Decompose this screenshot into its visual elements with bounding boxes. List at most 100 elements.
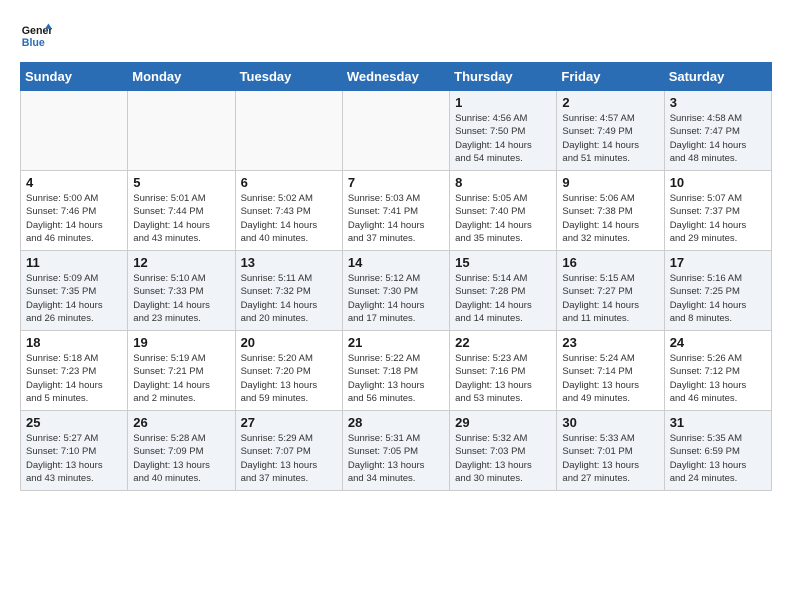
day-number: 5 xyxy=(133,175,229,190)
weekday-header-sunday: Sunday xyxy=(21,63,128,91)
calendar-cell: 27 Sunrise: 5:29 AM Sunset: 7:07 PM Dayli… xyxy=(235,411,342,491)
week-row-2: 4 Sunrise: 5:00 AM Sunset: 7:46 PM Daylig… xyxy=(21,171,772,251)
day-info: Sunrise: 5:20 AM Sunset: 7:20 PM Dayligh… xyxy=(241,352,337,405)
calendar-cell: 3Sunrise: 4:58 AM Sunset: 7:47 PM Daylig… xyxy=(664,91,771,171)
calendar-cell xyxy=(235,91,342,171)
day-number: 9 xyxy=(562,175,658,190)
calendar-cell: 21Sunrise: 5:22 AM Sunset: 7:18 PM Dayli… xyxy=(342,331,449,411)
week-row-5: 25 Sunrise: 5:27 AM Sunset: 7:10 PM Dayli… xyxy=(21,411,772,491)
weekday-header-monday: Monday xyxy=(128,63,235,91)
svg-text:Blue: Blue xyxy=(22,37,45,49)
calendar-cell xyxy=(342,91,449,171)
day-info: Sunrise: 5:12 AM Sunset: 7:30 PM Dayligh… xyxy=(348,272,444,325)
calendar-cell: 8 Sunrise: 5:05 AM Sunset: 7:40 PM Daylig… xyxy=(450,171,557,251)
day-info: Sunrise: 5:32 AM Sunset: 7:03 PM Dayligh… xyxy=(455,432,551,485)
calendar-cell: 18 Sunrise: 5:18 AM Sunset: 7:23 PM Dayli… xyxy=(21,331,128,411)
calendar-cell: 19 Sunrise: 5:19 AM Sunset: 7:21 PM Dayli… xyxy=(128,331,235,411)
day-info: Sunrise: 5:23 AM Sunset: 7:16 PM Dayligh… xyxy=(455,352,551,405)
day-info: Sunrise: 5:07 AM Sunset: 7:37 PM Dayligh… xyxy=(670,192,766,245)
calendar-cell: 23 Sunrise: 5:24 AM Sunset: 7:14 PM Dayli… xyxy=(557,331,664,411)
calendar-cell: 9 Sunrise: 5:06 AM Sunset: 7:38 PM Daylig… xyxy=(557,171,664,251)
day-number: 18 xyxy=(26,335,122,350)
day-number: 16 xyxy=(562,255,658,270)
calendar-cell: 1Sunrise: 4:56 AM Sunset: 7:50 PM Daylig… xyxy=(450,91,557,171)
calendar-cell xyxy=(21,91,128,171)
day-number: 6 xyxy=(241,175,337,190)
calendar-cell: 22Sunrise: 5:23 AM Sunset: 7:16 PM Dayli… xyxy=(450,331,557,411)
day-number: 14 xyxy=(348,255,444,270)
day-number: 10 xyxy=(670,175,766,190)
weekday-header-tuesday: Tuesday xyxy=(235,63,342,91)
day-number: 27 xyxy=(241,415,337,430)
calendar-cell: 4 Sunrise: 5:00 AM Sunset: 7:46 PM Daylig… xyxy=(21,171,128,251)
day-info: Sunrise: 4:57 AM Sunset: 7:49 PM Dayligh… xyxy=(562,112,658,165)
calendar-cell: 30Sunrise: 5:33 AM Sunset: 7:01 PM Dayli… xyxy=(557,411,664,491)
day-number: 4 xyxy=(26,175,122,190)
day-info: Sunrise: 5:10 AM Sunset: 7:33 PM Dayligh… xyxy=(133,272,229,325)
day-number: 8 xyxy=(455,175,551,190)
page-header: General Blue xyxy=(20,20,772,52)
day-number: 29 xyxy=(455,415,551,430)
day-number: 12 xyxy=(133,255,229,270)
day-info: Sunrise: 5:16 AM Sunset: 7:25 PM Dayligh… xyxy=(670,272,766,325)
day-number: 24 xyxy=(670,335,766,350)
day-info: Sunrise: 5:19 AM Sunset: 7:21 PM Dayligh… xyxy=(133,352,229,405)
calendar-cell: 7 Sunrise: 5:03 AM Sunset: 7:41 PM Daylig… xyxy=(342,171,449,251)
week-row-3: 11 Sunrise: 5:09 AM Sunset: 7:35 PM Dayli… xyxy=(21,251,772,331)
day-number: 21 xyxy=(348,335,444,350)
day-number: 26 xyxy=(133,415,229,430)
week-row-4: 18 Sunrise: 5:18 AM Sunset: 7:23 PM Dayli… xyxy=(21,331,772,411)
calendar-cell xyxy=(128,91,235,171)
day-number: 25 xyxy=(26,415,122,430)
day-number: 2 xyxy=(562,95,658,110)
calendar-cell: 15 Sunrise: 5:14 AM Sunset: 7:28 PM Dayli… xyxy=(450,251,557,331)
day-info: Sunrise: 5:09 AM Sunset: 7:35 PM Dayligh… xyxy=(26,272,122,325)
calendar-cell: 13Sunrise: 5:11 AM Sunset: 7:32 PM Dayli… xyxy=(235,251,342,331)
calendar-cell: 11 Sunrise: 5:09 AM Sunset: 7:35 PM Dayli… xyxy=(21,251,128,331)
day-info: Sunrise: 5:24 AM Sunset: 7:14 PM Dayligh… xyxy=(562,352,658,405)
day-info: Sunrise: 5:29 AM Sunset: 7:07 PM Dayligh… xyxy=(241,432,337,485)
day-number: 23 xyxy=(562,335,658,350)
day-number: 7 xyxy=(348,175,444,190)
day-info: Sunrise: 5:00 AM Sunset: 7:46 PM Dayligh… xyxy=(26,192,122,245)
day-info: Sunrise: 5:35 AM Sunset: 6:59 PM Dayligh… xyxy=(670,432,766,485)
calendar-cell: 25 Sunrise: 5:27 AM Sunset: 7:10 PM Dayli… xyxy=(21,411,128,491)
calendar-cell: 31 Sunrise: 5:35 AM Sunset: 6:59 PM Dayli… xyxy=(664,411,771,491)
day-info: Sunrise: 5:03 AM Sunset: 7:41 PM Dayligh… xyxy=(348,192,444,245)
calendar-cell: 29 Sunrise: 5:32 AM Sunset: 7:03 PM Dayli… xyxy=(450,411,557,491)
logo: General Blue xyxy=(20,20,56,52)
calendar-cell: 28Sunrise: 5:31 AM Sunset: 7:05 PM Dayli… xyxy=(342,411,449,491)
day-info: Sunrise: 5:26 AM Sunset: 7:12 PM Dayligh… xyxy=(670,352,766,405)
day-number: 31 xyxy=(670,415,766,430)
calendar-cell: 26 Sunrise: 5:28 AM Sunset: 7:09 PM Dayli… xyxy=(128,411,235,491)
day-info: Sunrise: 5:05 AM Sunset: 7:40 PM Dayligh… xyxy=(455,192,551,245)
day-info: Sunrise: 5:15 AM Sunset: 7:27 PM Dayligh… xyxy=(562,272,658,325)
day-number: 11 xyxy=(26,255,122,270)
day-number: 30 xyxy=(562,415,658,430)
logo-icon: General Blue xyxy=(20,20,52,52)
calendar-cell: 6 Sunrise: 5:02 AM Sunset: 7:43 PM Daylig… xyxy=(235,171,342,251)
weekday-header-thursday: Thursday xyxy=(450,63,557,91)
day-number: 19 xyxy=(133,335,229,350)
day-number: 3 xyxy=(670,95,766,110)
day-number: 20 xyxy=(241,335,337,350)
header-row: SundayMondayTuesdayWednesdayThursdayFrid… xyxy=(21,63,772,91)
day-info: Sunrise: 5:27 AM Sunset: 7:10 PM Dayligh… xyxy=(26,432,122,485)
day-info: Sunrise: 4:56 AM Sunset: 7:50 PM Dayligh… xyxy=(455,112,551,165)
calendar-cell: 24 Sunrise: 5:26 AM Sunset: 7:12 PM Dayli… xyxy=(664,331,771,411)
calendar-cell: 2 Sunrise: 4:57 AM Sunset: 7:49 PM Daylig… xyxy=(557,91,664,171)
calendar-cell: 16 Sunrise: 5:15 AM Sunset: 7:27 PM Dayli… xyxy=(557,251,664,331)
day-info: Sunrise: 5:02 AM Sunset: 7:43 PM Dayligh… xyxy=(241,192,337,245)
day-number: 13 xyxy=(241,255,337,270)
calendar-cell: 12 Sunrise: 5:10 AM Sunset: 7:33 PM Dayli… xyxy=(128,251,235,331)
day-info: Sunrise: 5:18 AM Sunset: 7:23 PM Dayligh… xyxy=(26,352,122,405)
day-number: 15 xyxy=(455,255,551,270)
day-info: Sunrise: 5:06 AM Sunset: 7:38 PM Dayligh… xyxy=(562,192,658,245)
weekday-header-friday: Friday xyxy=(557,63,664,91)
calendar-cell: 20 Sunrise: 5:20 AM Sunset: 7:20 PM Dayli… xyxy=(235,331,342,411)
calendar-cell: 14 Sunrise: 5:12 AM Sunset: 7:30 PM Dayli… xyxy=(342,251,449,331)
day-info: Sunrise: 5:14 AM Sunset: 7:28 PM Dayligh… xyxy=(455,272,551,325)
day-info: Sunrise: 5:28 AM Sunset: 7:09 PM Dayligh… xyxy=(133,432,229,485)
weekday-header-saturday: Saturday xyxy=(664,63,771,91)
calendar-cell: 5Sunrise: 5:01 AM Sunset: 7:44 PM Daylig… xyxy=(128,171,235,251)
